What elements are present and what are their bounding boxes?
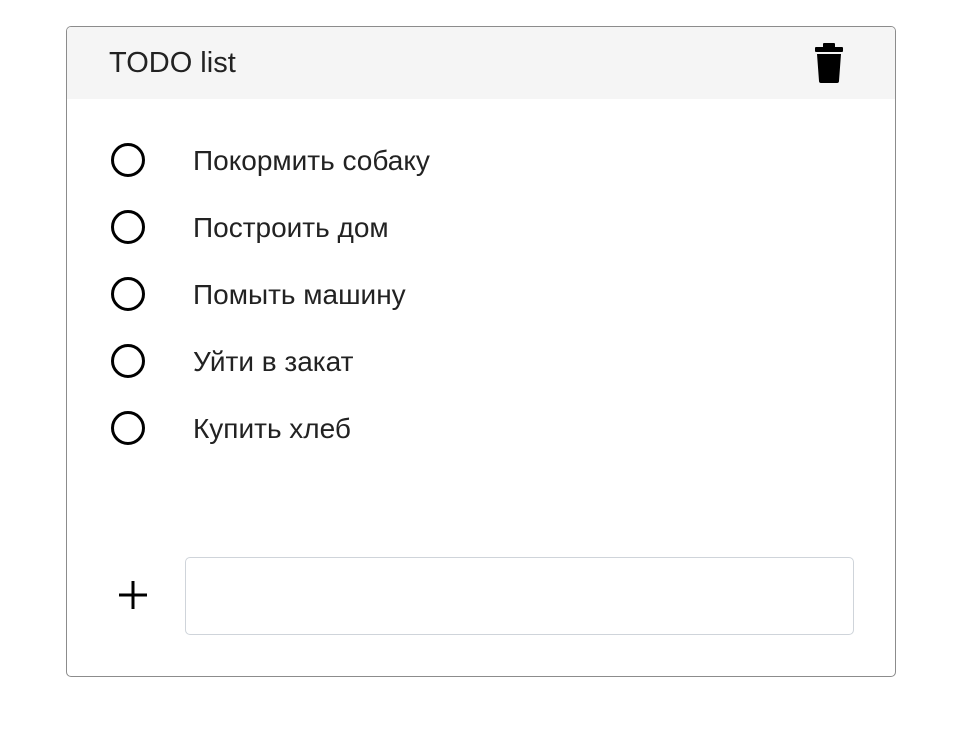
todo-item: Уйти в закат	[67, 328, 895, 395]
trash-icon[interactable]	[814, 43, 844, 83]
todo-item: Купить хлеб	[67, 395, 895, 462]
card-header: TODO list	[67, 27, 895, 99]
card-title: TODO list	[109, 47, 236, 79]
todo-card: TODO list Покормить собаку Построить дом…	[66, 26, 896, 677]
todo-label: Покормить собаку	[193, 145, 430, 176]
todo-item: Помыть машину	[67, 261, 895, 328]
todo-radio[interactable]	[111, 143, 145, 177]
todo-item: Построить дом	[67, 194, 895, 261]
plus-icon[interactable]	[117, 579, 149, 611]
todo-list: Покормить собаку Построить дом Помыть ма…	[67, 127, 895, 462]
todo-radio[interactable]	[111, 344, 145, 378]
todo-label: Купить хлеб	[193, 413, 351, 444]
todo-radio[interactable]	[111, 277, 145, 311]
todo-label: Уйти в закат	[193, 346, 354, 377]
todo-label: Помыть машину	[193, 279, 406, 310]
todo-label: Построить дом	[193, 212, 389, 243]
todo-radio[interactable]	[111, 210, 145, 244]
todo-radio[interactable]	[111, 411, 145, 445]
new-todo-input[interactable]	[185, 557, 854, 635]
todo-item: Покормить собаку	[67, 127, 895, 194]
